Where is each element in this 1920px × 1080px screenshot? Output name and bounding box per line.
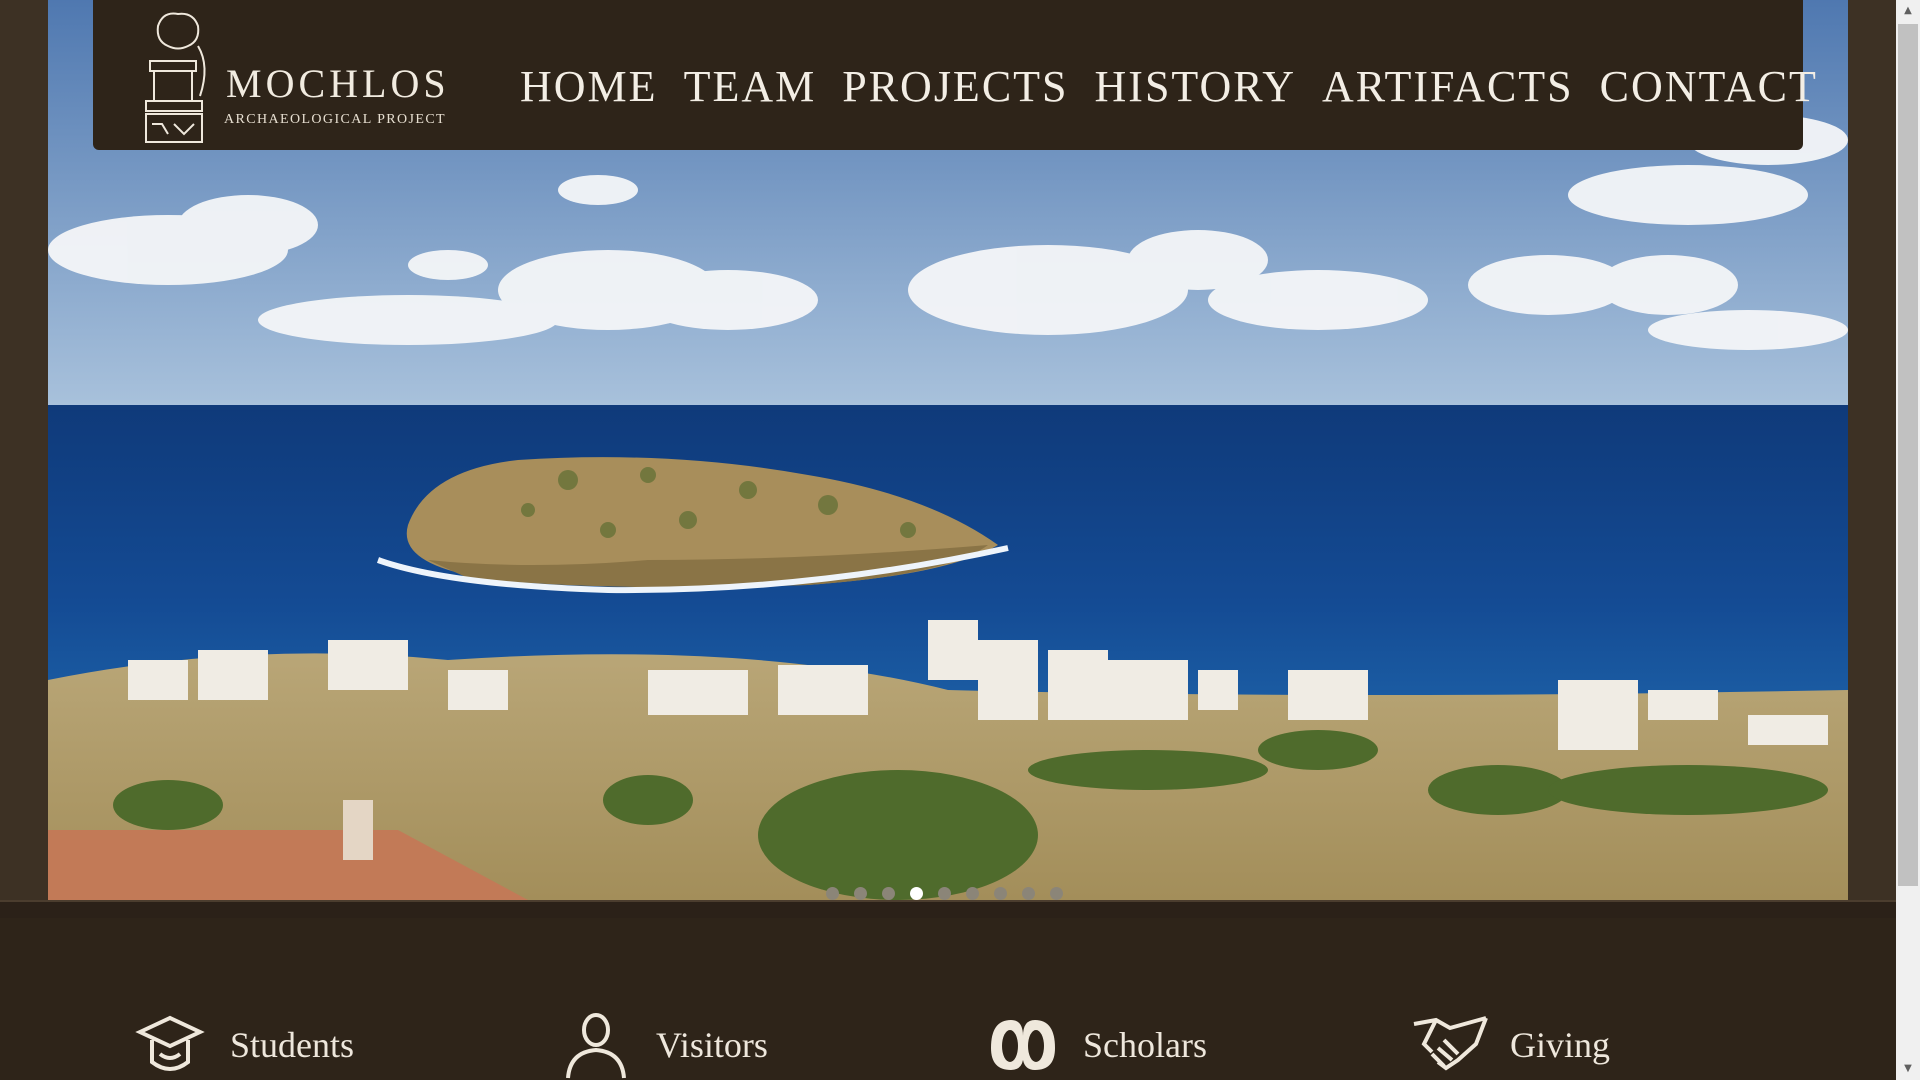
nav-artifacts[interactable]: ARTIFACTS	[1322, 62, 1574, 112]
audience-students-label: Students	[230, 1025, 355, 1065]
audience-visitors-link[interactable]: Visitors	[556, 1010, 768, 1080]
logo-emblem-icon	[145, 12, 206, 143]
scholars-icon	[991, 1020, 1055, 1070]
slider-dot-6[interactable]	[966, 887, 979, 900]
brand-subtitle: ARCHAEOLOGICAL PROJECT	[224, 112, 447, 127]
brand-title: MOCHLOS	[226, 61, 450, 106]
audience-giving-label: Giving	[1510, 1025, 1611, 1065]
slider-dot-7[interactable]	[994, 887, 1007, 900]
audience-scholars-label: Scholars	[1083, 1025, 1207, 1065]
scroll-up-icon[interactable]: ▲	[1896, 0, 1920, 22]
nav-history[interactable]: HISTORY	[1095, 62, 1296, 112]
nav-contact[interactable]: CONTACT	[1600, 62, 1818, 112]
audience-giving-link[interactable]: Giving	[1410, 1010, 1610, 1080]
slider-dot-2[interactable]	[854, 887, 867, 900]
page-margin-left	[0, 0, 48, 900]
slider-dot-4[interactable]	[910, 887, 923, 900]
page: MOCHLOS ARCHAEOLOGICAL PROJECT HOME TEAM…	[0, 0, 1896, 1080]
site-logo[interactable]: MOCHLOS ARCHAEOLOGICAL PROJECT	[138, 6, 458, 146]
section-divider	[0, 900, 1896, 920]
page-margin-right	[1848, 0, 1896, 900]
nav-home[interactable]: HOME	[520, 62, 658, 112]
slider-dot-5[interactable]	[938, 887, 951, 900]
audience-students-link[interactable]: Students	[130, 1010, 354, 1080]
slider-dot-9[interactable]	[1050, 887, 1063, 900]
slider-pagination	[826, 887, 1063, 900]
graduate-cap-icon	[135, 1015, 205, 1071]
audience-visitors-label: Visitors	[656, 1025, 768, 1065]
scroll-down-icon[interactable]: ▼	[1896, 1058, 1920, 1080]
scrollbar-thumb[interactable]	[1898, 24, 1918, 886]
slider-dot-3[interactable]	[882, 887, 895, 900]
audience-scholars-link[interactable]: Scholars	[983, 1010, 1207, 1080]
person-icon	[566, 1013, 626, 1079]
slider-dot-1[interactable]	[826, 887, 839, 900]
site-header: MOCHLOS ARCHAEOLOGICAL PROJECT HOME TEAM…	[93, 0, 1816, 150]
slider-dot-8[interactable]	[1022, 887, 1035, 900]
main-nav: HOME TEAM PROJECTS HISTORY ARTIFACTS CON…	[520, 62, 1818, 112]
handshake-icon	[1413, 1016, 1488, 1071]
page-scrollbar[interactable]: ▲ ▼	[1896, 0, 1920, 1080]
nav-team[interactable]: TEAM	[684, 62, 817, 112]
nav-projects[interactable]: PROJECTS	[842, 62, 1068, 112]
